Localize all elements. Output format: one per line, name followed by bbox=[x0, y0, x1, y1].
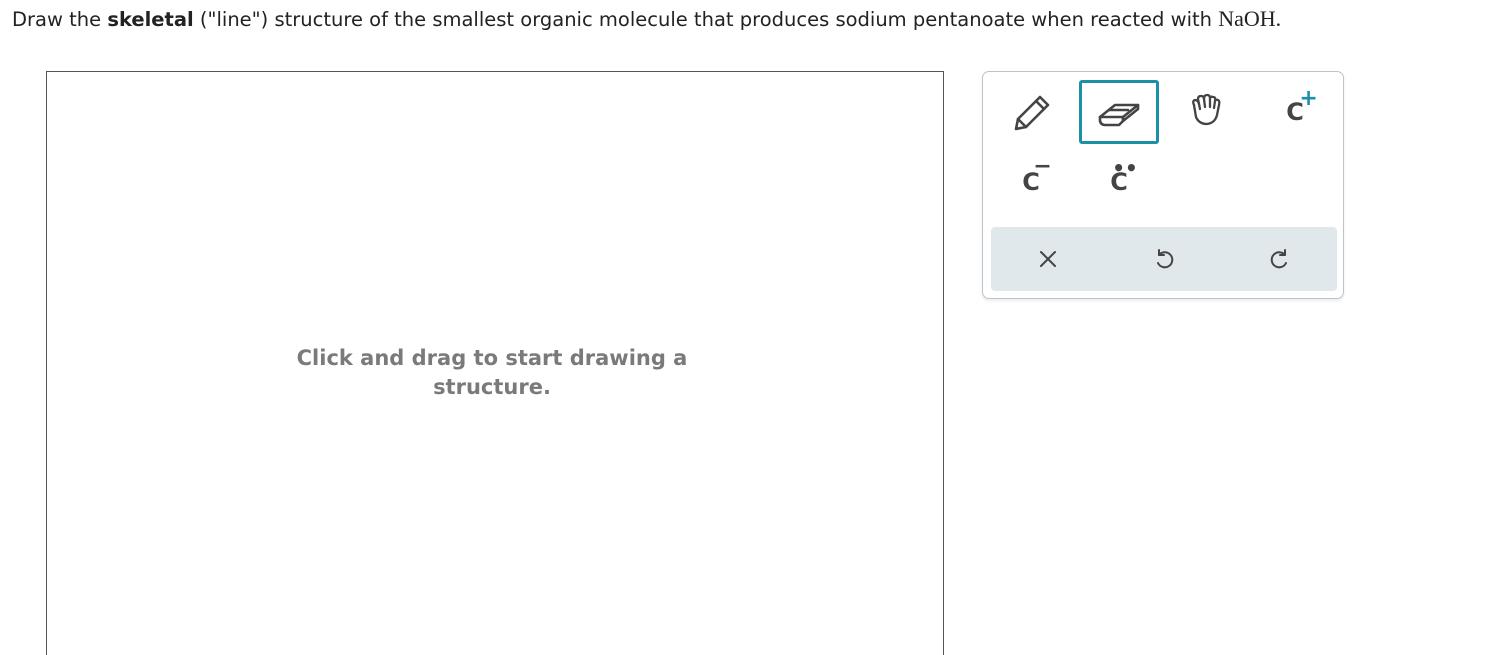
eraser-icon bbox=[1098, 103, 1140, 127]
drawing-toolbar: C + C − •• C bbox=[982, 71, 1344, 299]
carbocation-tool[interactable]: C + bbox=[1255, 80, 1335, 144]
lone-pair-icon: •• C bbox=[1110, 156, 1138, 196]
hand-tool[interactable] bbox=[1167, 80, 1247, 144]
carbanion-tool[interactable]: C − bbox=[991, 150, 1071, 214]
redo-button[interactable] bbox=[1250, 239, 1310, 279]
question-prefix: Draw the bbox=[12, 8, 108, 31]
undo-button[interactable] bbox=[1134, 239, 1194, 279]
pencil-tool[interactable] bbox=[991, 80, 1071, 144]
carbocation-icon: C + bbox=[1286, 86, 1318, 126]
question-suffix: . bbox=[1275, 6, 1282, 31]
question-text: Draw the skeletal ("line") structure of … bbox=[12, 6, 1482, 33]
drawing-canvas[interactable]: Click and drag to start drawing a struct… bbox=[46, 71, 944, 655]
question-middle: ("line") structure of the smallest organ… bbox=[193, 8, 1219, 31]
clear-button[interactable] bbox=[1018, 239, 1078, 279]
lone-pair-tool[interactable]: •• C bbox=[1079, 150, 1159, 214]
question-reagent: NaOH bbox=[1218, 6, 1276, 31]
undo-icon bbox=[1157, 249, 1174, 269]
redo-icon bbox=[1270, 249, 1287, 269]
carbanion-icon: C − bbox=[1022, 154, 1052, 196]
canvas-hint: Click and drag to start drawing a struct… bbox=[296, 346, 688, 399]
pencil-icon bbox=[1014, 95, 1050, 131]
close-icon bbox=[1040, 251, 1056, 267]
question-bold-term: skeletal bbox=[107, 8, 194, 31]
action-bar bbox=[991, 227, 1337, 291]
hand-icon bbox=[1192, 93, 1221, 126]
eraser-tool[interactable] bbox=[1079, 80, 1159, 144]
